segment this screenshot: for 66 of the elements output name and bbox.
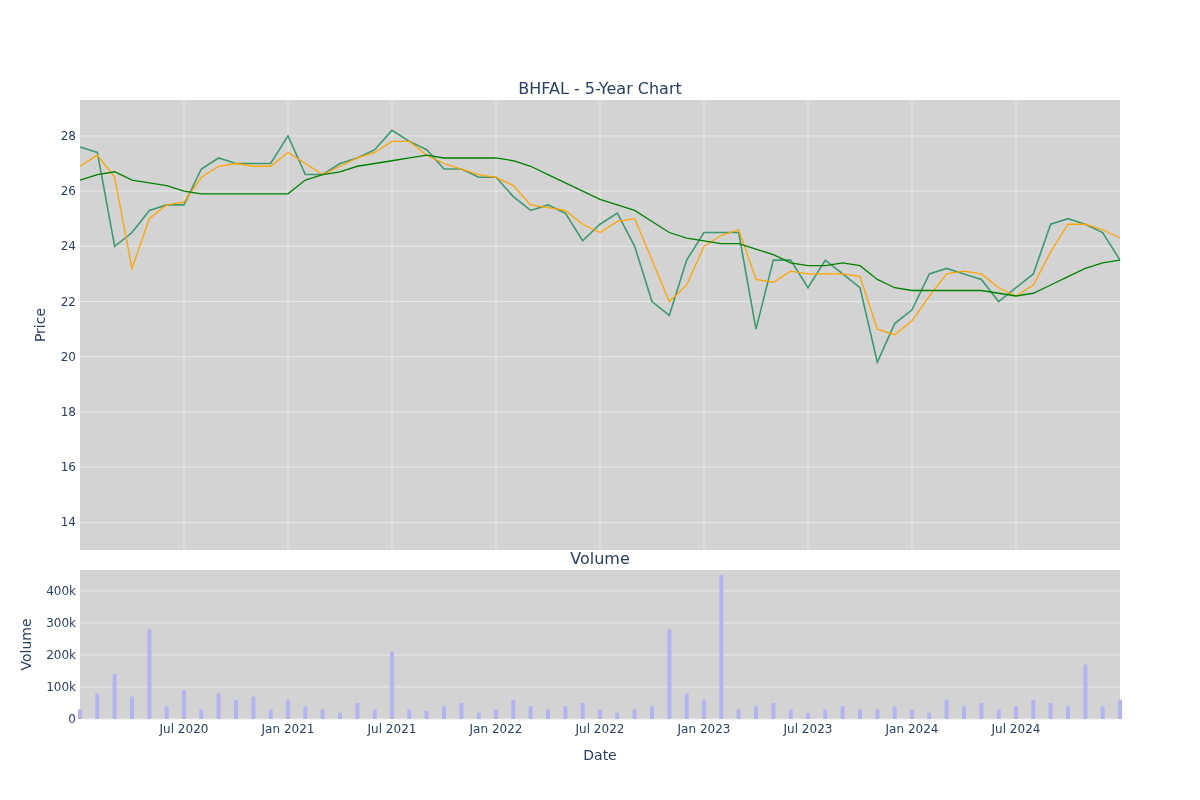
axis-tick-label: 300k: [46, 615, 76, 630]
axis-tick-label: 18: [60, 404, 76, 419]
chart-title: BHFAL - 5-Year Chart: [518, 78, 682, 100]
axis-tick-label: 14: [60, 515, 76, 530]
axis-tick-label: 0: [68, 712, 76, 726]
volume-bar: [1031, 699, 1036, 719]
axis-tick-label: 28: [60, 128, 76, 143]
volume-bar: [944, 699, 949, 719]
volume-bar: [216, 693, 221, 719]
volume-bar: [1048, 703, 1053, 719]
volume-bar: [996, 709, 1001, 719]
volume-bar: [528, 706, 533, 719]
volume-bar: [1083, 664, 1088, 719]
volume-bar: [736, 709, 741, 719]
volume-bar: [927, 712, 932, 719]
axis-tick-label: Jul 2021: [367, 722, 417, 736]
volume-bar: [372, 709, 377, 719]
volume-bar: [684, 693, 689, 719]
axis-tick-label: 200k: [46, 647, 76, 662]
axis-tick-label: 24: [60, 239, 76, 254]
chart-title: Volume: [570, 550, 630, 568]
volume-bar: [1100, 706, 1105, 719]
axis-tick-label: Jul 2020: [159, 722, 209, 736]
volume-bar: [823, 709, 828, 719]
volume-bar: [1118, 699, 1122, 719]
volume-bar: [840, 706, 845, 719]
axis-tick-label: Jul 2023: [783, 722, 833, 736]
volume-bar: [788, 709, 793, 719]
volume-bar: [164, 706, 169, 719]
axis-tick-label: Jul 2022: [575, 722, 625, 736]
volume-bar: [892, 706, 897, 719]
volume-bar: [95, 693, 100, 719]
volume-bar: [268, 709, 273, 719]
axis-tick-label: Jan 2023: [677, 722, 731, 736]
volume-bar: [303, 706, 308, 719]
volume-bar: [632, 709, 637, 719]
axis-tick-label: 26: [60, 184, 76, 199]
volume-bar: [199, 709, 204, 719]
volume-bar: [511, 699, 516, 719]
volume-bar: [459, 703, 464, 719]
axis-tick-label: 400k: [46, 583, 76, 598]
volume-bar: [424, 711, 429, 719]
volume-bar: [251, 696, 256, 719]
volume-bar: [563, 706, 568, 719]
volume-bar: [580, 703, 585, 719]
axis-title: Volume: [18, 618, 34, 671]
axis-tick-label: 100k: [46, 679, 76, 694]
axis-tick-label: Jul 2024: [991, 722, 1041, 736]
volume-bar: [355, 703, 360, 719]
volume-bar: [476, 712, 481, 719]
volume-bar: [112, 674, 117, 719]
volume-bar: [78, 709, 82, 719]
volume-bar: [407, 709, 412, 719]
axis-title: Date: [583, 747, 617, 763]
axis-title: Price: [32, 307, 48, 343]
axis-tick-label: 16: [60, 460, 76, 475]
axis-tick-label: 20: [60, 349, 76, 364]
volume-bar: [979, 703, 984, 719]
volume-bar: [615, 712, 620, 719]
volume-bar: [771, 703, 776, 719]
axis-tick-label: Jan 2022: [469, 722, 523, 736]
axis-tick-label: 22: [60, 294, 76, 309]
volume-bar: [875, 709, 880, 719]
axis-tick-label: Jan 2021: [261, 722, 315, 736]
volume-bar: [320, 709, 325, 719]
axis-tick-label: Jan 2024: [885, 722, 939, 736]
